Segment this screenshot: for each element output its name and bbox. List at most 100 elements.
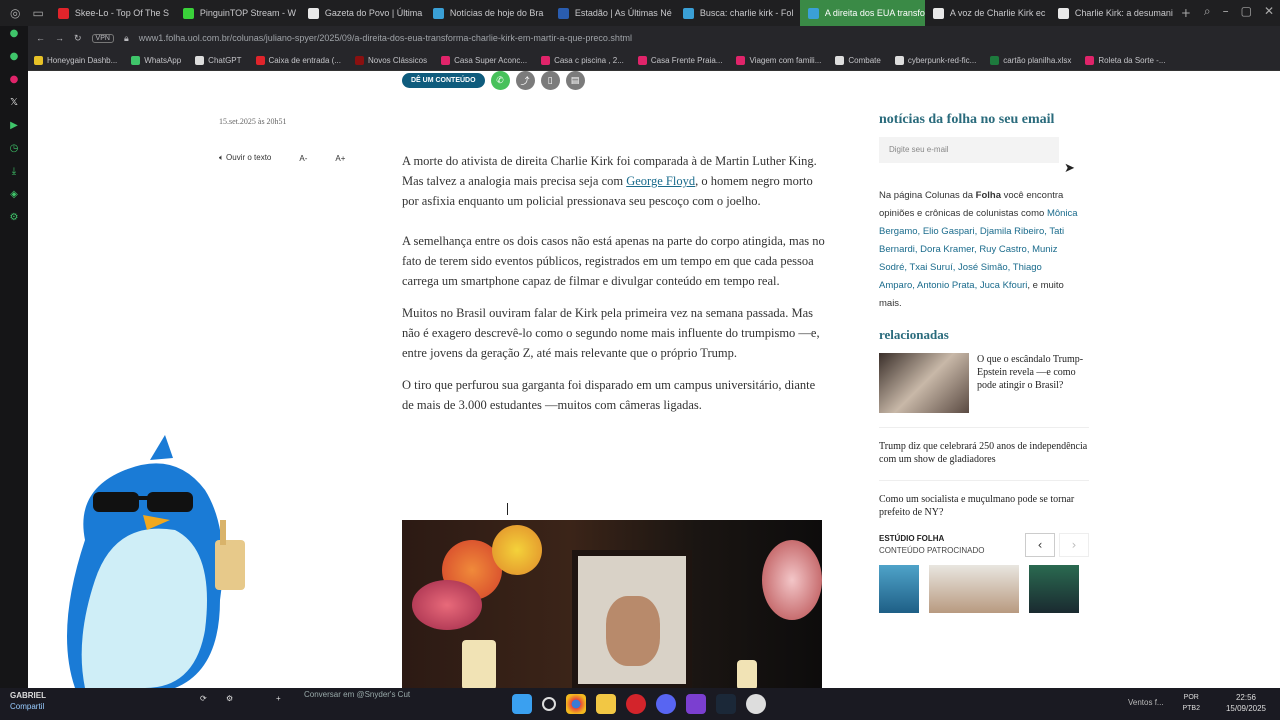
george-floyd-link[interactable]: George Floyd — [626, 174, 695, 188]
email-input[interactable]: Digite seu e-mail — [879, 137, 1059, 163]
related-thumbnail — [879, 353, 969, 413]
downloads-icon[interactable]: ⤓ — [7, 164, 21, 178]
browser-tab[interactable]: Skee-Lo - Top Of The S — [50, 0, 175, 26]
share-row: DÊ UM CONTEÚDO ✆ ⤴ ▯ ▤ — [402, 71, 585, 90]
carousel-prev-button[interactable]: ‹ — [1025, 533, 1055, 557]
tab-favicon-icon — [807, 7, 819, 19]
clock[interactable]: 22:56 15/09/2025 — [1226, 692, 1266, 714]
app-icon[interactable] — [686, 694, 706, 714]
bookmark-icon — [441, 55, 451, 65]
folder-icon[interactable] — [596, 694, 616, 714]
carousel-thumb[interactable] — [1029, 565, 1079, 613]
paragraph: Muitos no Brasil ouviram falar de Kirk p… — [402, 306, 820, 360]
send-icon[interactable]: ➤ — [1064, 161, 1075, 176]
paragraph: A morte do ativista de direita Charlie K… — [402, 154, 817, 208]
refresh-icon[interactable]: ⟳ — [200, 694, 207, 703]
tab-favicon-icon — [682, 7, 694, 19]
taskbar-apps — [512, 694, 766, 714]
weather-text[interactable]: Ventos f... — [1128, 698, 1164, 707]
tab-strip: ◎ ▭ Skee-Lo - Top Of The S PinguinTOP Str… — [0, 0, 1280, 26]
bookmark-item[interactable]: Roleta da Sorte -... — [1085, 55, 1166, 65]
new-tab-button[interactable]: + — [1175, 6, 1197, 20]
chat-input[interactable]: Conversar em @Snyder's Cut — [304, 690, 410, 699]
search-icon[interactable]: ⌕ — [1204, 4, 1211, 19]
steam-icon[interactable] — [716, 694, 736, 714]
carousel-thumb[interactable] — [929, 565, 1019, 613]
instagram-icon[interactable]: ● — [7, 72, 21, 86]
give-content-button[interactable]: DÊ UM CONTEÚDO — [402, 73, 485, 88]
bookmark-icon — [736, 55, 746, 65]
browser-tab[interactable]: A direita dos EUA transfo — [799, 0, 925, 26]
opera-icon[interactable] — [626, 694, 646, 714]
browser-tab[interactable]: Busca: charlie kirk - Fol — [675, 0, 800, 26]
bookmark-item[interactable]: Viagem com famili... — [736, 55, 821, 65]
article-date: 15.set.2025 às 20h51 — [219, 117, 287, 126]
forward-icon[interactable]: → — [55, 33, 64, 43]
vpn-badge[interactable]: VPN — [91, 33, 114, 43]
browser-tab[interactable]: Estadão | As Últimas Né — [550, 0, 675, 26]
browser-tab[interactable]: Charlie Kirk: a desumani — [1050, 0, 1175, 26]
bookmark-item[interactable]: Combate — [835, 55, 881, 65]
related-item[interactable]: Trump diz que celebrará 250 anos de inde… — [879, 427, 1089, 466]
windows-start-icon[interactable] — [512, 694, 532, 714]
bookmark-item[interactable]: WhatsApp — [131, 55, 181, 65]
messenger-icon[interactable]: ● — [7, 26, 21, 40]
discord-icon[interactable] — [656, 694, 676, 714]
font-increase-button[interactable]: A+ — [335, 154, 345, 163]
bookmark-icon — [34, 55, 43, 65]
bookmark-item[interactable]: Casa Super Aconc... — [441, 55, 527, 65]
plus-icon[interactable]: + — [276, 694, 281, 703]
url-field[interactable]: www1.folha.uol.com.br/colunas/juliano-sp… — [139, 33, 632, 43]
columnists-links[interactable]: Mônica Bergamo, Elio Gaspari, Djamila Ri… — [879, 208, 1078, 291]
newsletter-title: notícias da folha no seu email — [879, 112, 1055, 127]
paragraph: A semelhança entre os dois casos não est… — [402, 234, 825, 288]
app-icon[interactable] — [746, 694, 766, 714]
related-item[interactable]: O que o escândalo Trump-Epstein revela —… — [879, 353, 1089, 413]
bookmark-item[interactable]: Caixa de entrada (... — [255, 55, 341, 65]
share-icon[interactable]: ⤴ — [515, 71, 535, 90]
whatsapp-share-icon[interactable]: ✆ — [490, 71, 510, 90]
maximize-icon[interactable]: ▢ — [1241, 4, 1252, 19]
bookmark-item[interactable]: Casa c piscina , 2... — [541, 55, 624, 65]
font-decrease-button[interactable]: A- — [299, 154, 307, 163]
tab-search-icon[interactable]: ▭ — [26, 6, 49, 20]
tab-favicon-icon — [932, 7, 944, 19]
carousel-thumb[interactable] — [879, 565, 919, 613]
search-icon[interactable] — [542, 697, 556, 711]
right-column: notícias da folha no seu email Digite se… — [879, 111, 1089, 613]
browser-tab[interactable]: Gazeta do Povo | Última — [300, 0, 425, 26]
reload-icon[interactable]: ↻ — [74, 33, 82, 44]
x-icon[interactable]: 𝕏 — [7, 95, 21, 109]
related-item[interactable]: Como um socialista e muçulmano pode se t… — [879, 480, 1089, 519]
bookmark-item[interactable]: cartão planilha.xlsx — [990, 55, 1071, 65]
user-badge[interactable]: GABRIEL Compartil — [10, 690, 46, 712]
whatsapp-icon[interactable]: ● — [7, 49, 21, 63]
bookmark-icon[interactable]: ▯ — [540, 71, 560, 90]
language-indicator[interactable]: POR PTB2 — [1182, 692, 1200, 714]
related-title: relacionadas — [879, 327, 949, 342]
bookmark-item[interactable]: ChatGPT — [195, 55, 242, 65]
settings-icon[interactable]: ⚙ — [7, 210, 21, 224]
bookmark-item[interactable]: cyberpunk-red-fic... — [894, 55, 976, 65]
bookmark-item[interactable]: Casa Frente Praia... — [637, 55, 722, 65]
print-icon[interactable]: ▤ — [565, 71, 585, 90]
chrome-icon[interactable] — [566, 694, 586, 714]
address-bar: ← → ↻ VPN 🔒︎ www1.folha.uol.com.br/colun… — [28, 26, 1280, 50]
extensions-icon[interactable]: ◈ — [7, 187, 21, 201]
browser-menu-icon[interactable]: ◎ — [4, 6, 26, 20]
window-controls: ⌕ – ▢ ✕ — [1204, 4, 1274, 19]
gear-icon[interactable]: ⚙ — [226, 694, 233, 703]
bookmark-item[interactable]: Honeygain Dashb... — [34, 55, 117, 65]
player-icon[interactable]: ▶ — [7, 118, 21, 132]
mouse-cursor — [507, 503, 515, 515]
close-icon[interactable]: ✕ — [1264, 4, 1274, 19]
bookmark-item[interactable]: Novos Clássicos — [355, 55, 427, 65]
history-icon[interactable]: ◷ — [7, 141, 21, 155]
listen-button[interactable]: 🔈︎ Ouvir o texto — [219, 153, 271, 163]
carousel-next-button[interactable]: › — [1059, 533, 1089, 557]
minimize-icon[interactable]: – — [1223, 4, 1229, 19]
browser-tab[interactable]: A voz de Charlie Kirk ec — [925, 0, 1050, 26]
browser-tab[interactable]: Notícias de hoje do Bra — [425, 0, 550, 26]
back-icon[interactable]: ← — [36, 33, 45, 43]
browser-tab[interactable]: PinguinTOP Stream - W — [175, 0, 300, 26]
